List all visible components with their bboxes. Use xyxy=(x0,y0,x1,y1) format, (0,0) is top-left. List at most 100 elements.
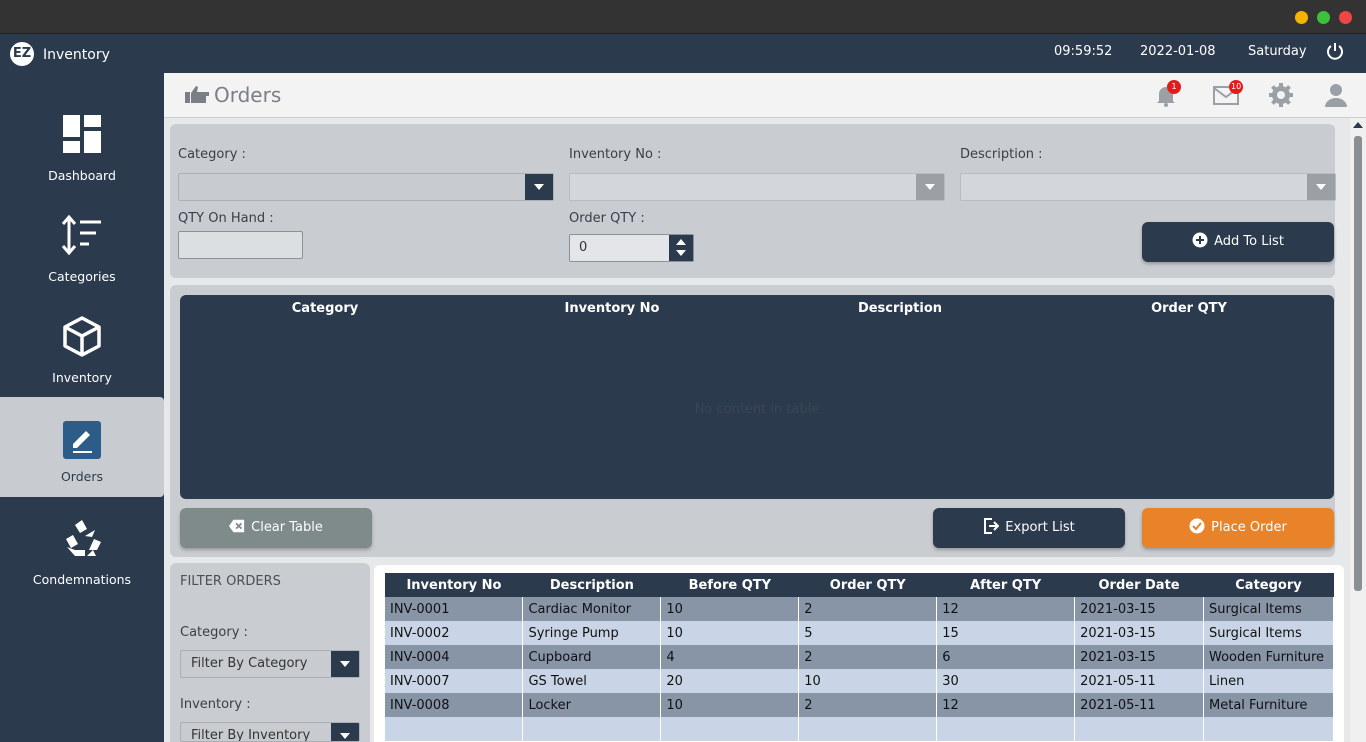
chevron-down-icon xyxy=(525,174,553,200)
scrollbar-thumb[interactable] xyxy=(1354,136,1362,591)
plus-circle-icon xyxy=(1192,232,1208,248)
sidebar-item-label: Condemnations xyxy=(32,572,132,587)
column-header[interactable]: Description xyxy=(522,573,661,597)
window-titlebar xyxy=(0,0,1366,34)
inventory-no-label: Inventory No : xyxy=(569,147,662,162)
recycle-icon xyxy=(66,520,101,556)
filter-inventory-label: Inventory : xyxy=(180,697,251,712)
filter-inventory-select[interactable]: Filter By Inventory xyxy=(180,722,360,742)
table-cell: GS Towel xyxy=(522,669,662,693)
table-cell: 15 xyxy=(936,621,1076,645)
sidebar-item-label: Orders xyxy=(60,469,104,484)
current-date: 2022-01-08 xyxy=(1140,44,1216,59)
filter-inventory-value: Filter By Inventory xyxy=(191,728,311,742)
scroll-up-icon[interactable] xyxy=(1353,122,1363,128)
chevron-down-icon xyxy=(331,723,359,741)
close-button[interactable] xyxy=(1339,11,1352,24)
qty-on-hand-label: QTY On Hand : xyxy=(178,211,274,226)
user-icon[interactable] xyxy=(1323,82,1349,108)
table-cell: Linen xyxy=(1203,669,1334,693)
filter-category-value: Filter By Category xyxy=(191,656,308,671)
table-row[interactable]: INV-0004 Cupboard 4 2 6 2021-03-15 Woode… xyxy=(385,645,1334,669)
table-cell: 2021-03-15 xyxy=(1074,597,1205,621)
table-row xyxy=(385,717,1334,741)
table-cell: 2021-03-15 xyxy=(1074,621,1205,645)
column-header[interactable]: Description xyxy=(800,301,1000,316)
column-header[interactable]: Order QTY xyxy=(1089,301,1289,316)
category-label: Category : xyxy=(178,147,246,162)
table-cell: 10 xyxy=(660,693,800,717)
table-cell: INV-0007 xyxy=(385,669,524,693)
page-header: Orders 1 10 xyxy=(164,73,1366,118)
column-header[interactable]: Category xyxy=(225,301,425,316)
decrement-icon[interactable] xyxy=(676,250,686,256)
export-list-label: Export List xyxy=(1005,520,1075,535)
table-cell: Cupboard xyxy=(522,645,662,669)
vertical-scrollbar[interactable] xyxy=(1350,118,1366,742)
column-header[interactable]: Category xyxy=(1203,573,1334,597)
check-circle-icon xyxy=(1189,518,1205,534)
table-cell: Metal Furniture xyxy=(1203,693,1334,717)
table-cell: Locker xyxy=(522,693,662,717)
sidebar-item-categories[interactable]: Categories xyxy=(0,200,164,300)
table-cell: 4 xyxy=(660,645,800,669)
filter-title: FILTER ORDERS xyxy=(180,574,281,589)
message-badge: 10 xyxy=(1229,80,1244,94)
filter-category-label: Category : xyxy=(180,625,248,640)
table-cell: INV-0002 xyxy=(385,621,524,645)
increment-icon[interactable] xyxy=(676,239,686,245)
table-cell: 2021-05-11 xyxy=(1074,669,1205,693)
chevron-down-icon xyxy=(916,174,944,200)
sidebar-item-dashboard[interactable]: Dashboard xyxy=(0,99,164,199)
table-cell: Surgical Items xyxy=(1203,597,1334,621)
column-header[interactable]: Order Date xyxy=(1074,573,1204,597)
filter-panel: FILTER ORDERS Category : Filter By Categ… xyxy=(170,563,370,742)
export-list-button[interactable]: Export List xyxy=(933,508,1125,548)
table-cell: INV-0008 xyxy=(385,693,524,717)
inventory-no-select[interactable] xyxy=(569,173,945,201)
table-cell: 10 xyxy=(660,597,800,621)
column-header[interactable]: Inventory No xyxy=(512,301,712,316)
column-header[interactable]: Order QTY xyxy=(798,573,937,597)
table-cell: 2 xyxy=(798,597,938,621)
notification-badge: 1 xyxy=(1167,80,1181,94)
clock-time: 09:59:52 xyxy=(1054,44,1113,59)
column-header[interactable]: After QTY xyxy=(936,573,1075,597)
table-row[interactable]: INV-0007 GS Towel 20 10 30 2021-05-11 Li… xyxy=(385,669,1334,693)
column-header[interactable]: Before QTY xyxy=(660,573,799,597)
category-select[interactable] xyxy=(178,173,554,201)
gear-icon[interactable] xyxy=(1268,82,1294,108)
table-row[interactable]: INV-0001 Cardiac Monitor 10 2 12 2021-03… xyxy=(385,597,1334,621)
table-cell: 10 xyxy=(660,621,800,645)
sort-icon xyxy=(61,214,101,256)
add-to-list-button[interactable]: Add To List xyxy=(1142,222,1334,262)
sidebar-item-condemnations[interactable]: Condemnations xyxy=(0,503,164,603)
export-icon xyxy=(984,518,1000,534)
table-row[interactable]: INV-0002 Syringe Pump 10 5 15 2021-03-15… xyxy=(385,621,1334,645)
app-logo: EZ xyxy=(10,42,34,66)
table-cell: 12 xyxy=(936,597,1076,621)
box-icon xyxy=(63,316,101,357)
place-order-label: Place Order xyxy=(1211,520,1287,535)
filter-category-select[interactable]: Filter By Category xyxy=(180,650,360,678)
place-order-button[interactable]: Place Order xyxy=(1142,508,1334,548)
order-qty-value: 0 xyxy=(579,240,588,255)
minimize-button[interactable] xyxy=(1295,11,1308,24)
sidebar-item-orders[interactable]: Orders xyxy=(0,397,164,497)
qty-on-hand-field[interactable] xyxy=(178,231,303,259)
table-cell: 12 xyxy=(936,693,1076,717)
table-row[interactable]: INV-0008 Locker 10 2 12 2021-05-11 Metal… xyxy=(385,693,1334,717)
maximize-button[interactable] xyxy=(1317,11,1330,24)
hand-point-icon xyxy=(185,86,209,103)
clear-table-button[interactable]: Clear Table xyxy=(180,508,372,548)
sidebar-item-inventory[interactable]: Inventory xyxy=(0,301,164,401)
add-to-list-label: Add To List xyxy=(1214,234,1284,249)
order-qty-stepper[interactable]: 0 xyxy=(569,234,694,262)
order-qty-label: Order QTY : xyxy=(569,211,645,226)
description-select[interactable] xyxy=(960,173,1336,201)
power-icon[interactable] xyxy=(1325,41,1345,61)
table-cell: 10 xyxy=(798,669,938,693)
column-header[interactable]: Inventory No xyxy=(385,573,523,597)
chevron-down-icon xyxy=(331,651,359,677)
table-cell: 5 xyxy=(798,621,938,645)
